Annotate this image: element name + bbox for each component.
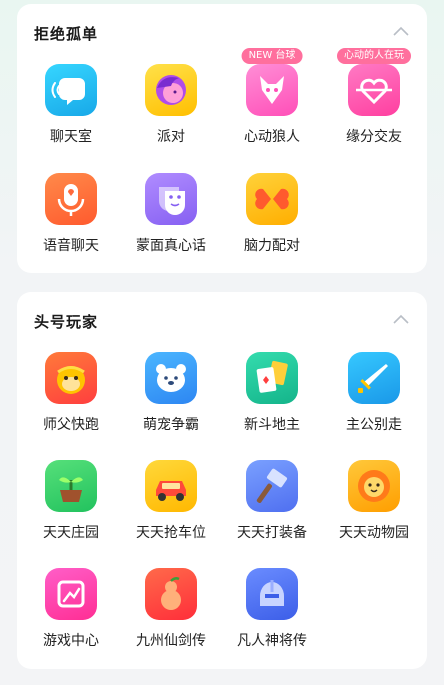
- app-matchmaking[interactable]: 心动的人在玩 缘分交友: [322, 48, 426, 146]
- app-label: 缘分交友: [346, 129, 402, 145]
- lion-icon: [348, 460, 400, 512]
- app-werewolf[interactable]: NEW 台球 心动狼人: [220, 48, 324, 146]
- hammer-icon: [246, 460, 298, 512]
- app-label: 蒙面真心话: [136, 238, 206, 254]
- bear-icon: [145, 352, 197, 404]
- voice-chat-icon: [45, 64, 97, 116]
- app-masked-truth[interactable]: 蒙面真心话: [119, 173, 223, 255]
- party-avatar-icon: [145, 64, 197, 116]
- app-label: 心动狼人: [244, 129, 300, 145]
- app-daily-farm[interactable]: 天天庄园: [19, 460, 123, 542]
- app-label: 萌宠争霸: [143, 417, 199, 433]
- gourd-icon: [145, 568, 197, 620]
- app-equipment[interactable]: 天天打装备: [220, 460, 324, 542]
- chevron-up-icon[interactable]: [393, 314, 409, 324]
- app-label: 天天动物园: [339, 525, 409, 541]
- mask-icon: [145, 173, 197, 225]
- wolf-icon: NEW 台球: [241, 48, 303, 116]
- app-label: 脑力配对: [244, 238, 300, 254]
- section-title: 头号玩家: [34, 313, 99, 331]
- microphone-icon: [45, 173, 97, 225]
- app-chat-room[interactable]: 聊天室: [19, 64, 123, 146]
- game-center-icon: [45, 568, 97, 620]
- app-zoo[interactable]: 天天动物园: [322, 460, 426, 542]
- app-label: 游戏中心: [43, 633, 99, 649]
- app-label: 语音聊天: [43, 238, 99, 254]
- heart-icon: 心动的人在玩: [337, 48, 411, 116]
- app-label: 天天庄园: [43, 525, 99, 541]
- app-label: 主公别走: [346, 417, 402, 433]
- section-card-reject-loneliness: 拒绝孤单 聊天室 派对 NEW 台球 心动狼人 心动的人在玩 缘分交友 语音聊天…: [17, 4, 427, 273]
- section-card-top-players: 头号玩家 师父快跑 萌宠争霸 新斗地主 主公别走 天天庄园 天天抢车位 天天打装…: [17, 292, 427, 669]
- car-icon: [145, 460, 197, 512]
- playing-cards-icon: [246, 352, 298, 404]
- app-label: 师父快跑: [43, 417, 99, 433]
- app-label: 九州仙剑传: [136, 633, 206, 649]
- sprout-icon: [45, 460, 97, 512]
- app-jiuzhou-sword[interactable]: 九州仙剑传: [119, 568, 223, 650]
- app-label: 天天打装备: [237, 525, 307, 541]
- monkey-icon: [45, 352, 97, 404]
- app-voice-chat[interactable]: 语音聊天: [19, 173, 123, 255]
- app-lord-stay[interactable]: 主公别走: [322, 352, 426, 434]
- sword-icon: [348, 352, 400, 404]
- app-game-center[interactable]: 游戏中心: [19, 568, 123, 650]
- app-label: 凡人神将传: [237, 633, 307, 649]
- app-parking[interactable]: 天天抢车位: [119, 460, 223, 542]
- app-pet-battle[interactable]: 萌宠争霸: [119, 352, 223, 434]
- butterfly-hearts-icon: [246, 173, 298, 225]
- warrior-helmet-icon: [246, 568, 298, 620]
- app-master-run[interactable]: 师父快跑: [19, 352, 123, 434]
- app-brain-match[interactable]: 脑力配对: [220, 173, 324, 255]
- app-label: 聊天室: [50, 129, 92, 145]
- section-title: 拒绝孤单: [34, 25, 99, 43]
- app-label: 派对: [157, 129, 185, 145]
- app-label: 新斗地主: [244, 417, 300, 433]
- app-landlord[interactable]: 新斗地主: [220, 352, 324, 434]
- app-label: 天天抢车位: [136, 525, 206, 541]
- chevron-up-icon[interactable]: [393, 26, 409, 36]
- app-party[interactable]: 派对: [119, 64, 223, 146]
- app-mortal-general[interactable]: 凡人神将传: [220, 568, 324, 650]
- badge-new: NEW 台球: [241, 48, 303, 64]
- badge-playing: 心动的人在玩: [337, 48, 411, 64]
